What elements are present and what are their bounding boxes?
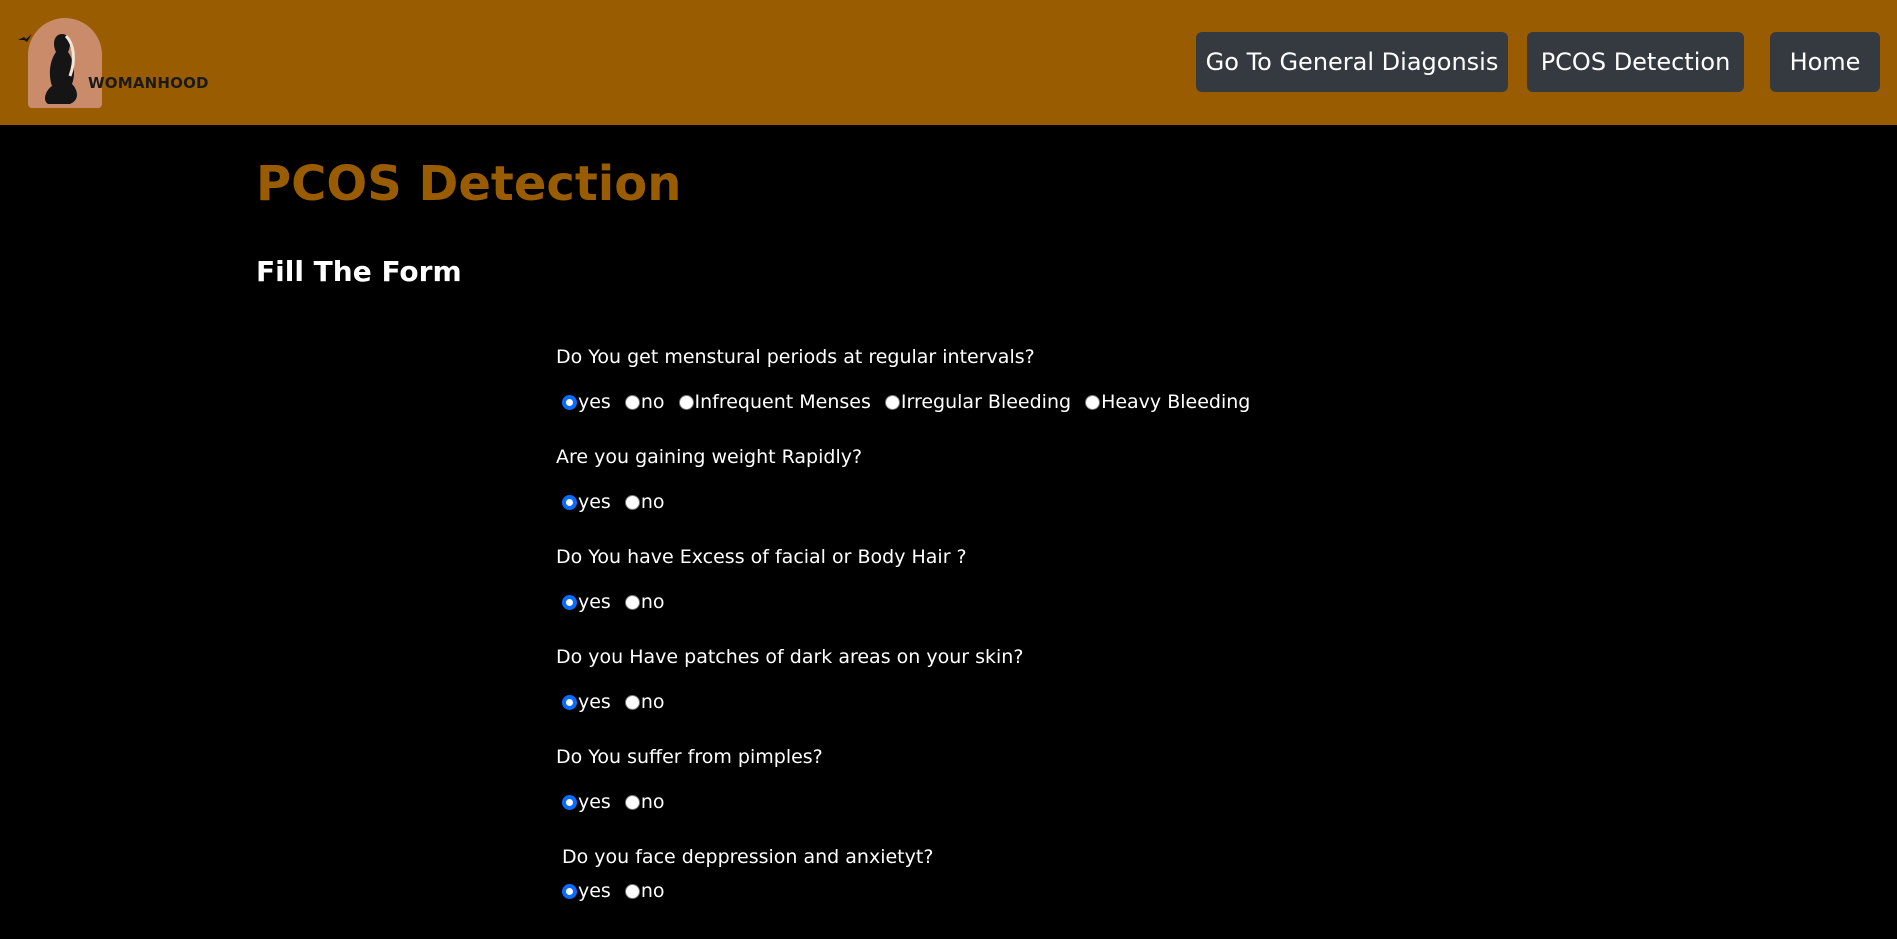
question-label: Do you face deppression and anxietyt?	[562, 846, 934, 868]
radio-option[interactable]: Irregular Bleeding	[884, 391, 1072, 413]
radio-option[interactable]: no	[624, 391, 665, 413]
radio-option-label: yes	[578, 591, 611, 613]
radio-option[interactable]: yes	[562, 591, 611, 613]
radio-option-label: Heavy Bleeding	[1101, 391, 1251, 413]
general-diagnosis-button[interactable]: Go To General Diagonsis	[1196, 32, 1508, 92]
form-subtitle: Fill The Form	[256, 255, 462, 288]
radio-button[interactable]	[562, 694, 577, 710]
radio-button[interactable]	[624, 794, 640, 810]
radio-button[interactable]	[624, 494, 640, 510]
radio-option-label: Infrequent Menses	[694, 391, 871, 413]
radio-button[interactable]	[562, 394, 577, 410]
radio-button[interactable]	[562, 494, 577, 510]
radio-option-label: no	[640, 391, 665, 413]
radio-option[interactable]: no	[624, 591, 665, 613]
radio-button[interactable]	[562, 794, 577, 810]
radio-group: yes no	[562, 591, 679, 613]
question-label: Do You suffer from pimples?	[556, 746, 823, 768]
brand-logo[interactable]: WOMANHOOD	[18, 16, 218, 112]
radio-button[interactable]	[562, 594, 577, 610]
radio-option-label: no	[640, 880, 665, 902]
radio-button[interactable]	[624, 594, 640, 610]
radio-option[interactable]: yes	[562, 691, 611, 713]
radio-option[interactable]: Infrequent Menses	[678, 391, 871, 413]
bird-icon	[18, 34, 32, 42]
radio-option[interactable]: Heavy Bleeding	[1085, 391, 1250, 413]
brand-name: WOMANHOOD	[88, 74, 209, 92]
radio-option[interactable]: yes	[562, 491, 611, 513]
radio-group: yes no	[562, 691, 679, 713]
radio-option-label: Irregular Bleeding	[900, 391, 1072, 413]
radio-button[interactable]	[624, 883, 640, 899]
radio-group: yes no Infrequent Menses Irregular Bleeding…	[562, 391, 1264, 413]
radio-group: yes no	[562, 880, 679, 902]
radio-button[interactable]	[562, 883, 577, 899]
woman-silhouette-icon	[45, 34, 77, 104]
radio-option-label: no	[640, 691, 665, 713]
radio-option-label: yes	[578, 491, 611, 513]
radio-option-label: yes	[578, 391, 611, 413]
question-label: Are you gaining weight Rapidly?	[556, 446, 863, 468]
radio-option-label: no	[640, 791, 665, 813]
radio-option[interactable]: yes	[562, 791, 611, 813]
radio-option[interactable]: no	[624, 691, 665, 713]
radio-option[interactable]: no	[624, 880, 665, 902]
radio-option[interactable]: no	[624, 791, 665, 813]
question-label: Do You get menstural periods at regular …	[556, 346, 1035, 368]
radio-button[interactable]	[624, 394, 640, 410]
radio-option-label: yes	[578, 691, 611, 713]
radio-option-label: yes	[578, 791, 611, 813]
question-label: Do you Have patches of dark areas on you…	[556, 646, 1024, 668]
radio-option[interactable]: yes	[562, 880, 611, 902]
radio-group: yes no	[562, 491, 679, 513]
radio-button[interactable]	[1085, 394, 1101, 410]
radio-option[interactable]: no	[624, 491, 665, 513]
radio-option-label: yes	[578, 880, 611, 902]
navbar: WOMANHOOD Go To General Diagonsis PCOS D…	[0, 0, 1897, 125]
page-title: PCOS Detection	[256, 156, 682, 212]
pcos-detection-button[interactable]: PCOS Detection	[1527, 32, 1744, 92]
radio-option-label: no	[640, 591, 665, 613]
radio-option[interactable]: yes	[562, 391, 611, 413]
question-label: Do You have Excess of facial or Body Hai…	[556, 546, 967, 568]
radio-group: yes no	[562, 791, 679, 813]
radio-button[interactable]	[624, 694, 640, 710]
radio-button[interactable]	[884, 394, 900, 410]
radio-button[interactable]	[678, 394, 694, 410]
radio-option-label: no	[640, 491, 665, 513]
home-button[interactable]: Home	[1770, 32, 1880, 92]
